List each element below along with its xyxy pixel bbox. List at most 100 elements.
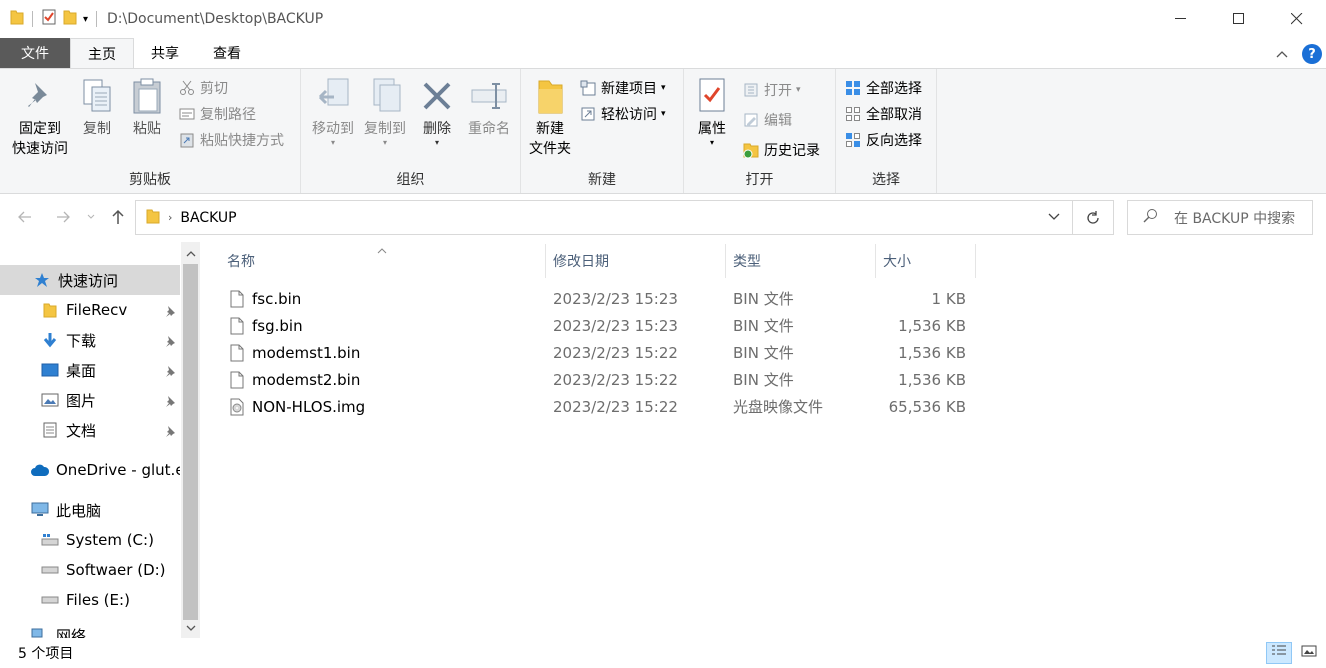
pin-icon[interactable]: [164, 423, 176, 441]
pin-icon[interactable]: [164, 333, 176, 351]
large-icons-view-button[interactable]: [1296, 642, 1322, 664]
paste-button[interactable]: 粘贴: [126, 75, 168, 139]
copy-button[interactable]: 复制: [76, 75, 118, 139]
navigation-row: › BACKUP 在 BACKUP 中搜索: [0, 194, 1326, 242]
paste-shortcut-icon: [178, 131, 196, 149]
collapse-ribbon-icon[interactable]: [1276, 46, 1288, 62]
search-box[interactable]: 在 BACKUP 中搜索: [1127, 200, 1313, 235]
cut-button[interactable]: 剪切: [178, 77, 228, 99]
recent-locations-button[interactable]: [83, 206, 99, 228]
nav-item-drive-d[interactable]: Softwaer (D:): [0, 555, 180, 585]
delete-label: 删除: [423, 121, 451, 137]
details-view-button[interactable]: [1266, 642, 1292, 664]
new-folder-qat-icon[interactable]: [63, 9, 77, 29]
file-name-cell[interactable]: modemst2.bin: [230, 366, 540, 393]
pin-icon[interactable]: [164, 303, 176, 321]
new-folder-button[interactable]: 新建 文件夹: [525, 75, 575, 159]
select-none-button[interactable]: 全部取消: [844, 103, 922, 125]
file-row[interactable]: fsg.bin 2023/2/23 15:23 BIN 文件 1,536 KB: [224, 312, 976, 339]
breadcrumb-item-backup[interactable]: BACKUP: [180, 210, 236, 226]
pin-icon[interactable]: [164, 363, 176, 381]
paste-shortcut-button[interactable]: 粘贴快捷方式: [178, 129, 284, 151]
pin-to-quick-access-button[interactable]: 固定到 快速访问: [8, 75, 72, 159]
open-label: 打开: [764, 83, 792, 99]
new-item-button[interactable]: 新建项目 ▾: [579, 77, 666, 99]
file-name-cell[interactable]: modemst1.bin: [230, 339, 540, 366]
nav-item-drive-c[interactable]: System (C:): [0, 525, 180, 555]
rename-button[interactable]: 重命名: [463, 75, 515, 139]
folder-icon: [40, 300, 60, 320]
maximize-button[interactable]: [1210, 0, 1268, 38]
nav-quick-access[interactable]: 快速访问: [0, 265, 180, 295]
chevron-down-icon: ▾: [661, 109, 666, 119]
pin-icon[interactable]: [164, 393, 176, 411]
search-input[interactable]: 在 BACKUP 中搜索: [1174, 208, 1295, 228]
copy-to-button[interactable]: 复制到 ▾: [357, 75, 413, 147]
nav-item-this-pc[interactable]: 此电脑: [0, 495, 180, 525]
nav-item-documents[interactable]: 文档: [0, 415, 180, 445]
file-name-cell[interactable]: fsc.bin: [230, 285, 540, 312]
address-bar[interactable]: › BACKUP: [135, 200, 1073, 235]
nav-item-drive-e[interactable]: Files (E:): [0, 585, 180, 615]
chevron-down-icon[interactable]: [1048, 209, 1060, 225]
file-row[interactable]: modemst1.bin 2023/2/23 15:22 BIN 文件 1,536 K…: [224, 339, 976, 366]
up-button[interactable]: [107, 206, 129, 228]
easy-access-button[interactable]: 轻松访问 ▾: [579, 103, 666, 125]
tab-file[interactable]: 文件: [0, 38, 70, 68]
file-type: BIN 文件: [733, 371, 794, 389]
tab-share[interactable]: 共享: [134, 38, 196, 68]
copy-icon: [77, 75, 117, 117]
column-header-name[interactable]: 名称: [220, 244, 546, 278]
file-name: NON-HLOS.img: [252, 397, 366, 416]
back-button[interactable]: [14, 206, 36, 228]
breadcrumb-separator-icon[interactable]: ›: [168, 211, 172, 224]
close-button[interactable]: [1268, 0, 1326, 38]
ribbon-tabs: 文件 主页 共享 查看 ?: [0, 38, 1326, 68]
file-row[interactable]: fsc.bin 2023/2/23 15:23 BIN 文件 1 KB: [224, 285, 976, 312]
file-row[interactable]: NON-HLOS.img 2023/2/23 15:22 光盘映像文件 65,536 …: [224, 393, 976, 420]
properties-qat-icon[interactable]: [41, 9, 57, 29]
file-name-cell[interactable]: NON-HLOS.img: [230, 393, 540, 420]
file-date: 2023/2/23 15:23: [553, 289, 678, 308]
tab-home[interactable]: 主页: [70, 38, 134, 68]
nav-label: Files (E:): [66, 591, 130, 609]
tab-view[interactable]: 查看: [196, 38, 258, 68]
open-button[interactable]: 打开 ▾: [742, 79, 801, 101]
rename-label: 重命名: [468, 121, 510, 137]
pictures-icon: [40, 390, 60, 410]
divider: [96, 11, 98, 27]
forward-button[interactable]: [52, 206, 74, 228]
nav-item-downloads[interactable]: 下载: [0, 325, 180, 355]
nav-item-onedrive[interactable]: OneDrive - glut.e: [0, 455, 180, 485]
chevron-down-icon: ▾: [796, 85, 801, 95]
minimize-button[interactable]: [1152, 0, 1210, 38]
file-row[interactable]: modemst2.bin 2023/2/23 15:22 BIN 文件 1,536 K…: [224, 366, 976, 393]
desktop-icon: [40, 360, 60, 380]
help-icon[interactable]: ?: [1302, 44, 1322, 64]
file-name-cell[interactable]: fsg.bin: [230, 312, 540, 339]
scrollbar-thumb[interactable]: [183, 264, 198, 620]
history-label: 历史记录: [764, 143, 820, 159]
column-header-size[interactable]: 大小: [876, 244, 976, 278]
scroll-down-icon[interactable]: [181, 618, 200, 638]
nav-item-filerecv[interactable]: FileRecv: [0, 295, 180, 325]
refresh-button[interactable]: [1073, 200, 1114, 235]
invert-selection-button[interactable]: 反向选择: [844, 129, 922, 151]
copy-path-icon: [178, 105, 196, 123]
nav-item-pictures[interactable]: 图片: [0, 385, 180, 415]
copy-path-button[interactable]: 复制路径: [178, 103, 256, 125]
copy-to-label: 复制到: [364, 121, 406, 137]
nav-pane-scrollbar[interactable]: [181, 242, 200, 638]
properties-button[interactable]: 属性 ▾: [690, 75, 734, 147]
move-to-button[interactable]: 移动到 ▾: [305, 75, 361, 147]
column-header-type[interactable]: 类型: [726, 244, 876, 278]
customize-qat-icon[interactable]: ▾: [83, 14, 88, 25]
edit-button[interactable]: 编辑: [742, 109, 792, 131]
select-all-button[interactable]: 全部选择: [844, 77, 922, 99]
history-button[interactable]: 历史记录: [742, 139, 820, 161]
file-name: modemst1.bin: [252, 343, 361, 362]
column-header-date[interactable]: 修改日期: [546, 244, 726, 278]
scroll-up-icon[interactable]: [181, 244, 200, 264]
nav-item-desktop[interactable]: 桌面: [0, 355, 180, 385]
delete-button[interactable]: 删除 ▾: [415, 75, 459, 147]
